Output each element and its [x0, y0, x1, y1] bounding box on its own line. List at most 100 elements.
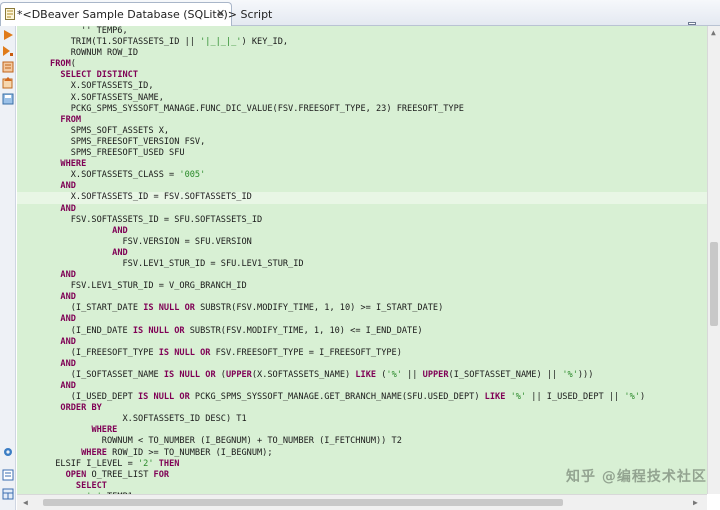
sql-text: X.SOFTASSETS_ID DESC) T1	[19, 414, 247, 425]
code-line[interactable]: AND	[17, 314, 707, 325]
code-line[interactable]: SELECT DISTINCT	[17, 70, 707, 81]
code-line[interactable]: AND	[17, 248, 707, 259]
bottom-settings-icon[interactable]	[2, 446, 14, 458]
code-line[interactable]: X.SOFTASSETS_ID,	[17, 81, 707, 92]
sql-text: X.SOFTASSETS_NAME,	[19, 92, 164, 103]
code-line[interactable]: FSV.SOFTASSETS_ID = SFU.SOFTASSETS_ID	[17, 215, 707, 226]
sql-text: ) KEY_ID,	[241, 37, 289, 48]
code-line[interactable]: AND	[17, 181, 707, 192]
code-line[interactable]: AND	[17, 292, 707, 303]
code-line[interactable]: AND	[17, 381, 707, 392]
sql-string: '2'	[138, 458, 154, 469]
sql-text: (I_SOFTASSET_NAME) ||	[448, 369, 563, 380]
sql-text: (I_SOFTASSET_NAME	[19, 369, 164, 380]
tab-script[interactable]: *<DBeaver Sample Database (SQLite)> Scri…	[0, 2, 272, 26]
bottom-output-icon[interactable]	[2, 469, 14, 481]
code-line[interactable]: FSV.VERSION = SFU.VERSION	[17, 237, 707, 248]
code-line[interactable]: WHERE	[17, 159, 707, 170]
scroll-left-icon[interactable]: ◀	[23, 498, 28, 507]
vertical-scrollbar[interactable]: ▲	[707, 26, 720, 494]
code-line[interactable]: ORDER BY	[17, 403, 707, 414]
sql-editor[interactable]: '' TEMP6, TRIM(T1.SOFTASSETS_ID || '|_|_…	[17, 26, 707, 494]
code-line[interactable]: X.SOFTASSETS_ID = FSV.SOFTASSETS_ID	[17, 192, 707, 204]
sql-keyword: WHERE	[91, 425, 118, 436]
watermark: 知乎 @编程技术社区	[566, 469, 707, 485]
code-line[interactable]: SPMS_FREESOFT_VERSION FSV,	[17, 137, 707, 148]
code-line[interactable]: FROM	[17, 115, 707, 126]
code-line[interactable]: X.SOFTASSETS_ID DESC) T1	[17, 414, 707, 425]
vertical-scroll-thumb[interactable]	[710, 242, 718, 326]
sql-keyword: LIKE	[355, 369, 377, 380]
load-script-icon[interactable]	[2, 77, 14, 89]
sql-text: (I_END_DATE	[19, 325, 133, 336]
horizontal-scrollbar[interactable]: ◀ ▶	[17, 494, 707, 510]
code-line[interactable]: '' TEMP6,	[17, 26, 707, 37]
sql-string: '%'	[624, 392, 640, 403]
sql-text: SPMS_FREESOFT_USED SFU	[19, 148, 185, 159]
sql-keyword: IS NULL OR	[132, 325, 185, 336]
sql-text: (	[215, 369, 226, 380]
code-line[interactable]: (I_SOFTASSET_NAME IS NULL OR (UPPER(X.SO…	[17, 370, 707, 381]
sql-keyword: AND	[60, 336, 76, 347]
sql-text: O_TREE_LIST	[86, 469, 154, 480]
window-controls	[686, 6, 712, 40]
code-line[interactable]: (I_USED_DEPT IS NULL OR PCKG_SPMS_SYSSOF…	[17, 392, 707, 403]
execute-script-icon[interactable]	[2, 45, 14, 57]
code-line[interactable]: ROWNUM < TO_NUMBER (I_BEGNUM) + TO_NUMBE…	[17, 436, 707, 447]
save-script-icon[interactable]	[2, 93, 14, 105]
code-line[interactable]: X.SOFTASSETS_NAME,	[17, 93, 707, 104]
code-line[interactable]: PCKG_SPMS_SYSSOFT_MANAGE.FUNC_DIC_VALUE(…	[17, 104, 707, 115]
code-line[interactable]: WHERE ROW_ID >= TO_NUMBER (I_BEGNUM);	[17, 448, 707, 459]
code-line[interactable]: SPMS_FREESOFT_USED SFU	[17, 148, 707, 159]
code-line[interactable]: (I_START_DATE IS NULL OR SUBSTR(FSV.MODI…	[17, 303, 707, 314]
code-line[interactable]: FROM(	[17, 59, 707, 70]
code-line[interactable]: TRIM(T1.SOFTASSETS_ID || '|_|_|_') KEY_I…	[17, 37, 707, 48]
sql-string: '%'	[562, 369, 578, 380]
execute-statement-icon[interactable]	[2, 29, 14, 41]
code-line[interactable]: FSV.LEV1_STUR_ID = SFU.LEV1_STUR_ID	[17, 259, 707, 270]
code-line[interactable]: WHERE	[17, 425, 707, 436]
code-line[interactable]: SPMS_SOFT_ASSETS X,	[17, 126, 707, 137]
horizontal-scroll-thumb[interactable]	[43, 499, 563, 506]
sql-keyword: OPEN	[65, 469, 87, 480]
code-line[interactable]: AND	[17, 226, 707, 237]
sql-text: (I_FREESOFT_TYPE	[19, 347, 159, 358]
code-line[interactable]: AND	[17, 359, 707, 370]
code-line[interactable]: AND	[17, 337, 707, 348]
code-line[interactable]: (I_END_DATE IS NULL OR SUBSTR(FSV.MODIFY…	[17, 326, 707, 337]
explain-plan-icon[interactable]	[2, 61, 14, 73]
code-line[interactable]: (I_FREESOFT_TYPE IS NULL OR FSV.FREESOFT…	[17, 348, 707, 359]
code-area[interactable]: '' TEMP6, TRIM(T1.SOFTASSETS_ID || '|_|_…	[17, 26, 707, 494]
scroll-up-icon[interactable]: ▲	[711, 28, 716, 37]
sql-keyword: AND	[112, 247, 128, 258]
sql-text: X.SOFTASSETS_ID,	[19, 81, 154, 92]
close-icon[interactable]: ✕	[216, 7, 225, 20]
scroll-right-icon[interactable]: ▶	[693, 498, 698, 507]
code-line[interactable]: ROWNUM ROW_ID	[17, 48, 707, 59]
sql-text: FSV.SOFTASSETS_ID = SFU.SOFTASSETS_ID	[19, 214, 263, 225]
code-line[interactable]: AND	[17, 204, 707, 215]
sql-text: ROWNUM ROW_ID	[19, 48, 138, 59]
code-line[interactable]: X.SOFTASSETS_CLASS = '005'	[17, 170, 707, 181]
bottom-results-icon[interactable]	[2, 488, 14, 500]
sql-text: PCKG_SPMS_SYSSOFT_MANAGE.FUNC_DIC_VALUE(…	[19, 103, 464, 114]
sql-text: SPMS_SOFT_ASSETS X,	[19, 125, 170, 136]
code-line[interactable]: FSV.LEV1_STUR_ID = V_ORG_BRANCH_ID	[17, 281, 707, 292]
sql-keyword: AND	[60, 203, 76, 214]
sql-string: '|_|_|_'	[200, 37, 242, 48]
sql-text: (	[70, 59, 76, 70]
sql-keyword: AND	[112, 225, 128, 236]
code-line[interactable]: AND	[17, 270, 707, 281]
minimize-button[interactable]	[688, 22, 696, 25]
